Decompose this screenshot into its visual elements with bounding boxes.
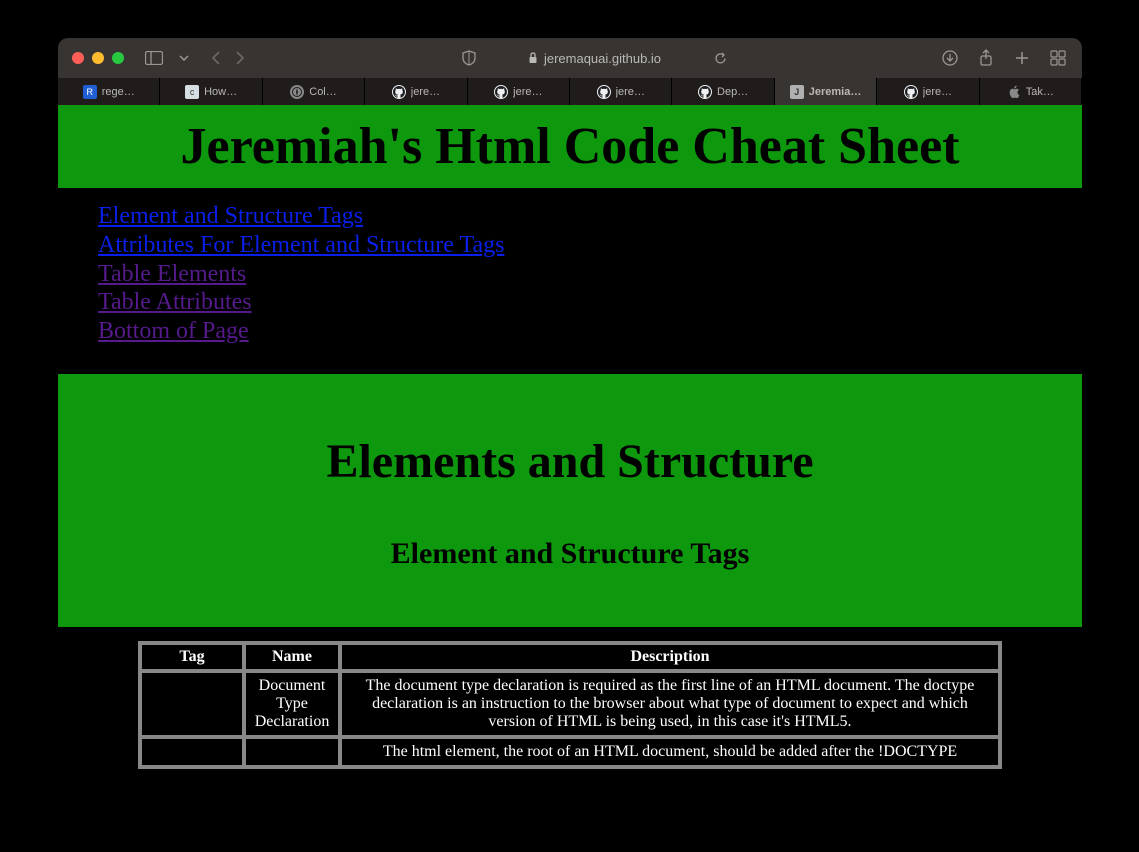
nav-link-4[interactable]: Bottom of Page [98,317,1042,346]
section-header: Elements and Structure Element and Struc… [58,374,1082,627]
tab-label: jere… [923,86,952,98]
grid-icon [1050,50,1066,66]
tab-6[interactable]: Dep… [672,78,774,105]
tab-label: jere… [513,86,542,98]
th-description: Description [342,645,998,669]
chevron-down-icon [179,55,189,61]
tab-5[interactable]: jere… [570,78,672,105]
nav-link-1[interactable]: Attributes For Element and Structure Tag… [98,231,1042,260]
nav-links: Element and Structure TagsAttributes For… [58,188,1082,360]
plus-icon [1014,50,1030,66]
page-title: Jeremiah's Html Code Cheat Sheet [58,117,1082,176]
page-header-banner: Jeremiah's Html Code Cheat Sheet [58,105,1082,188]
sidebar-icon [145,51,163,65]
new-tab-button[interactable] [1012,48,1032,68]
share-button[interactable] [976,48,996,68]
refresh-button[interactable] [713,51,728,66]
table-row: The html element, the root of an HTML do… [142,739,998,765]
section-heading: Elements and Structure [58,434,1082,489]
back-button[interactable] [206,48,226,68]
nav-link-0[interactable]: Element and Structure Tags [98,202,1042,231]
tab-8[interactable]: jere… [877,78,979,105]
address-section: jeremaquai.github.io [260,50,930,66]
url-text: jeremaquai.github.io [544,51,661,66]
th-name: Name [246,645,338,669]
cell-tag [142,739,242,765]
forward-button[interactable] [230,48,250,68]
nav-arrows [206,48,250,68]
share-icon [979,49,993,67]
tabs-bar: Rrege…cHow… Col… jere… jere… jere… Dep… JJerem… [58,78,1082,105]
sidebar-toggle-button[interactable] [144,48,164,68]
tab-4[interactable]: jere… [468,78,570,105]
close-button[interactable] [72,52,84,64]
titlebar: jeremaquai.github.io [58,38,1082,78]
browser-window: jeremaquai.github.io Rrege…cHow… Col… jere… [58,38,1082,782]
nav-link-3[interactable]: Table Attributes [98,288,1042,317]
section-subheading: Element and Structure Tags [58,537,1082,571]
refresh-icon [713,51,728,66]
cell-name: Document Type Declaration [246,673,338,735]
tab-7[interactable]: JJeremia… [775,78,877,105]
right-toolbar [940,48,1068,68]
tab-1[interactable]: cHow… [160,78,262,105]
cell-tag [142,673,242,735]
shield-icon [462,50,476,66]
tab-label: Col… [309,86,337,98]
tab-9[interactable]: Tak… [980,78,1082,105]
chevron-left-icon [211,50,221,66]
lock-icon [528,52,538,64]
tab-group-dropdown[interactable] [174,48,194,68]
download-icon [942,50,958,66]
elements-table: Tag Name Description Document Type Decla… [138,641,1002,769]
table-header-row: Tag Name Description [142,645,998,669]
chevron-right-icon [235,50,245,66]
cell-name [246,739,338,765]
tab-2[interactable]: Col… [263,78,365,105]
cell-description: The html element, the root of an HTML do… [342,739,998,765]
tab-label: rege… [102,86,135,98]
traffic-lights [72,52,124,64]
th-tag: Tag [142,645,242,669]
nav-link-2[interactable]: Table Elements [98,260,1042,289]
table-wrap: Tag Name Description Document Type Decla… [58,641,1082,769]
tab-label: How… [204,86,237,98]
tab-label: jere… [411,86,440,98]
table-row: Document Type DeclarationThe document ty… [142,673,998,735]
tab-label: jere… [616,86,645,98]
content-area[interactable]: Jeremiah's Html Code Cheat Sheet Element… [58,105,1082,782]
address-bar[interactable]: jeremaquai.github.io [528,51,661,66]
tab-0[interactable]: Rrege… [58,78,160,105]
maximize-button[interactable] [112,52,124,64]
privacy-shield-button[interactable] [462,50,476,66]
tab-label: Tak… [1026,86,1054,98]
tab-label: Jeremia… [809,86,862,98]
tab-3[interactable]: jere… [365,78,467,105]
cell-description: The document type declaration is require… [342,673,998,735]
minimize-button[interactable] [92,52,104,64]
downloads-button[interactable] [940,48,960,68]
tab-overview-button[interactable] [1048,48,1068,68]
tab-label: Dep… [717,86,748,98]
